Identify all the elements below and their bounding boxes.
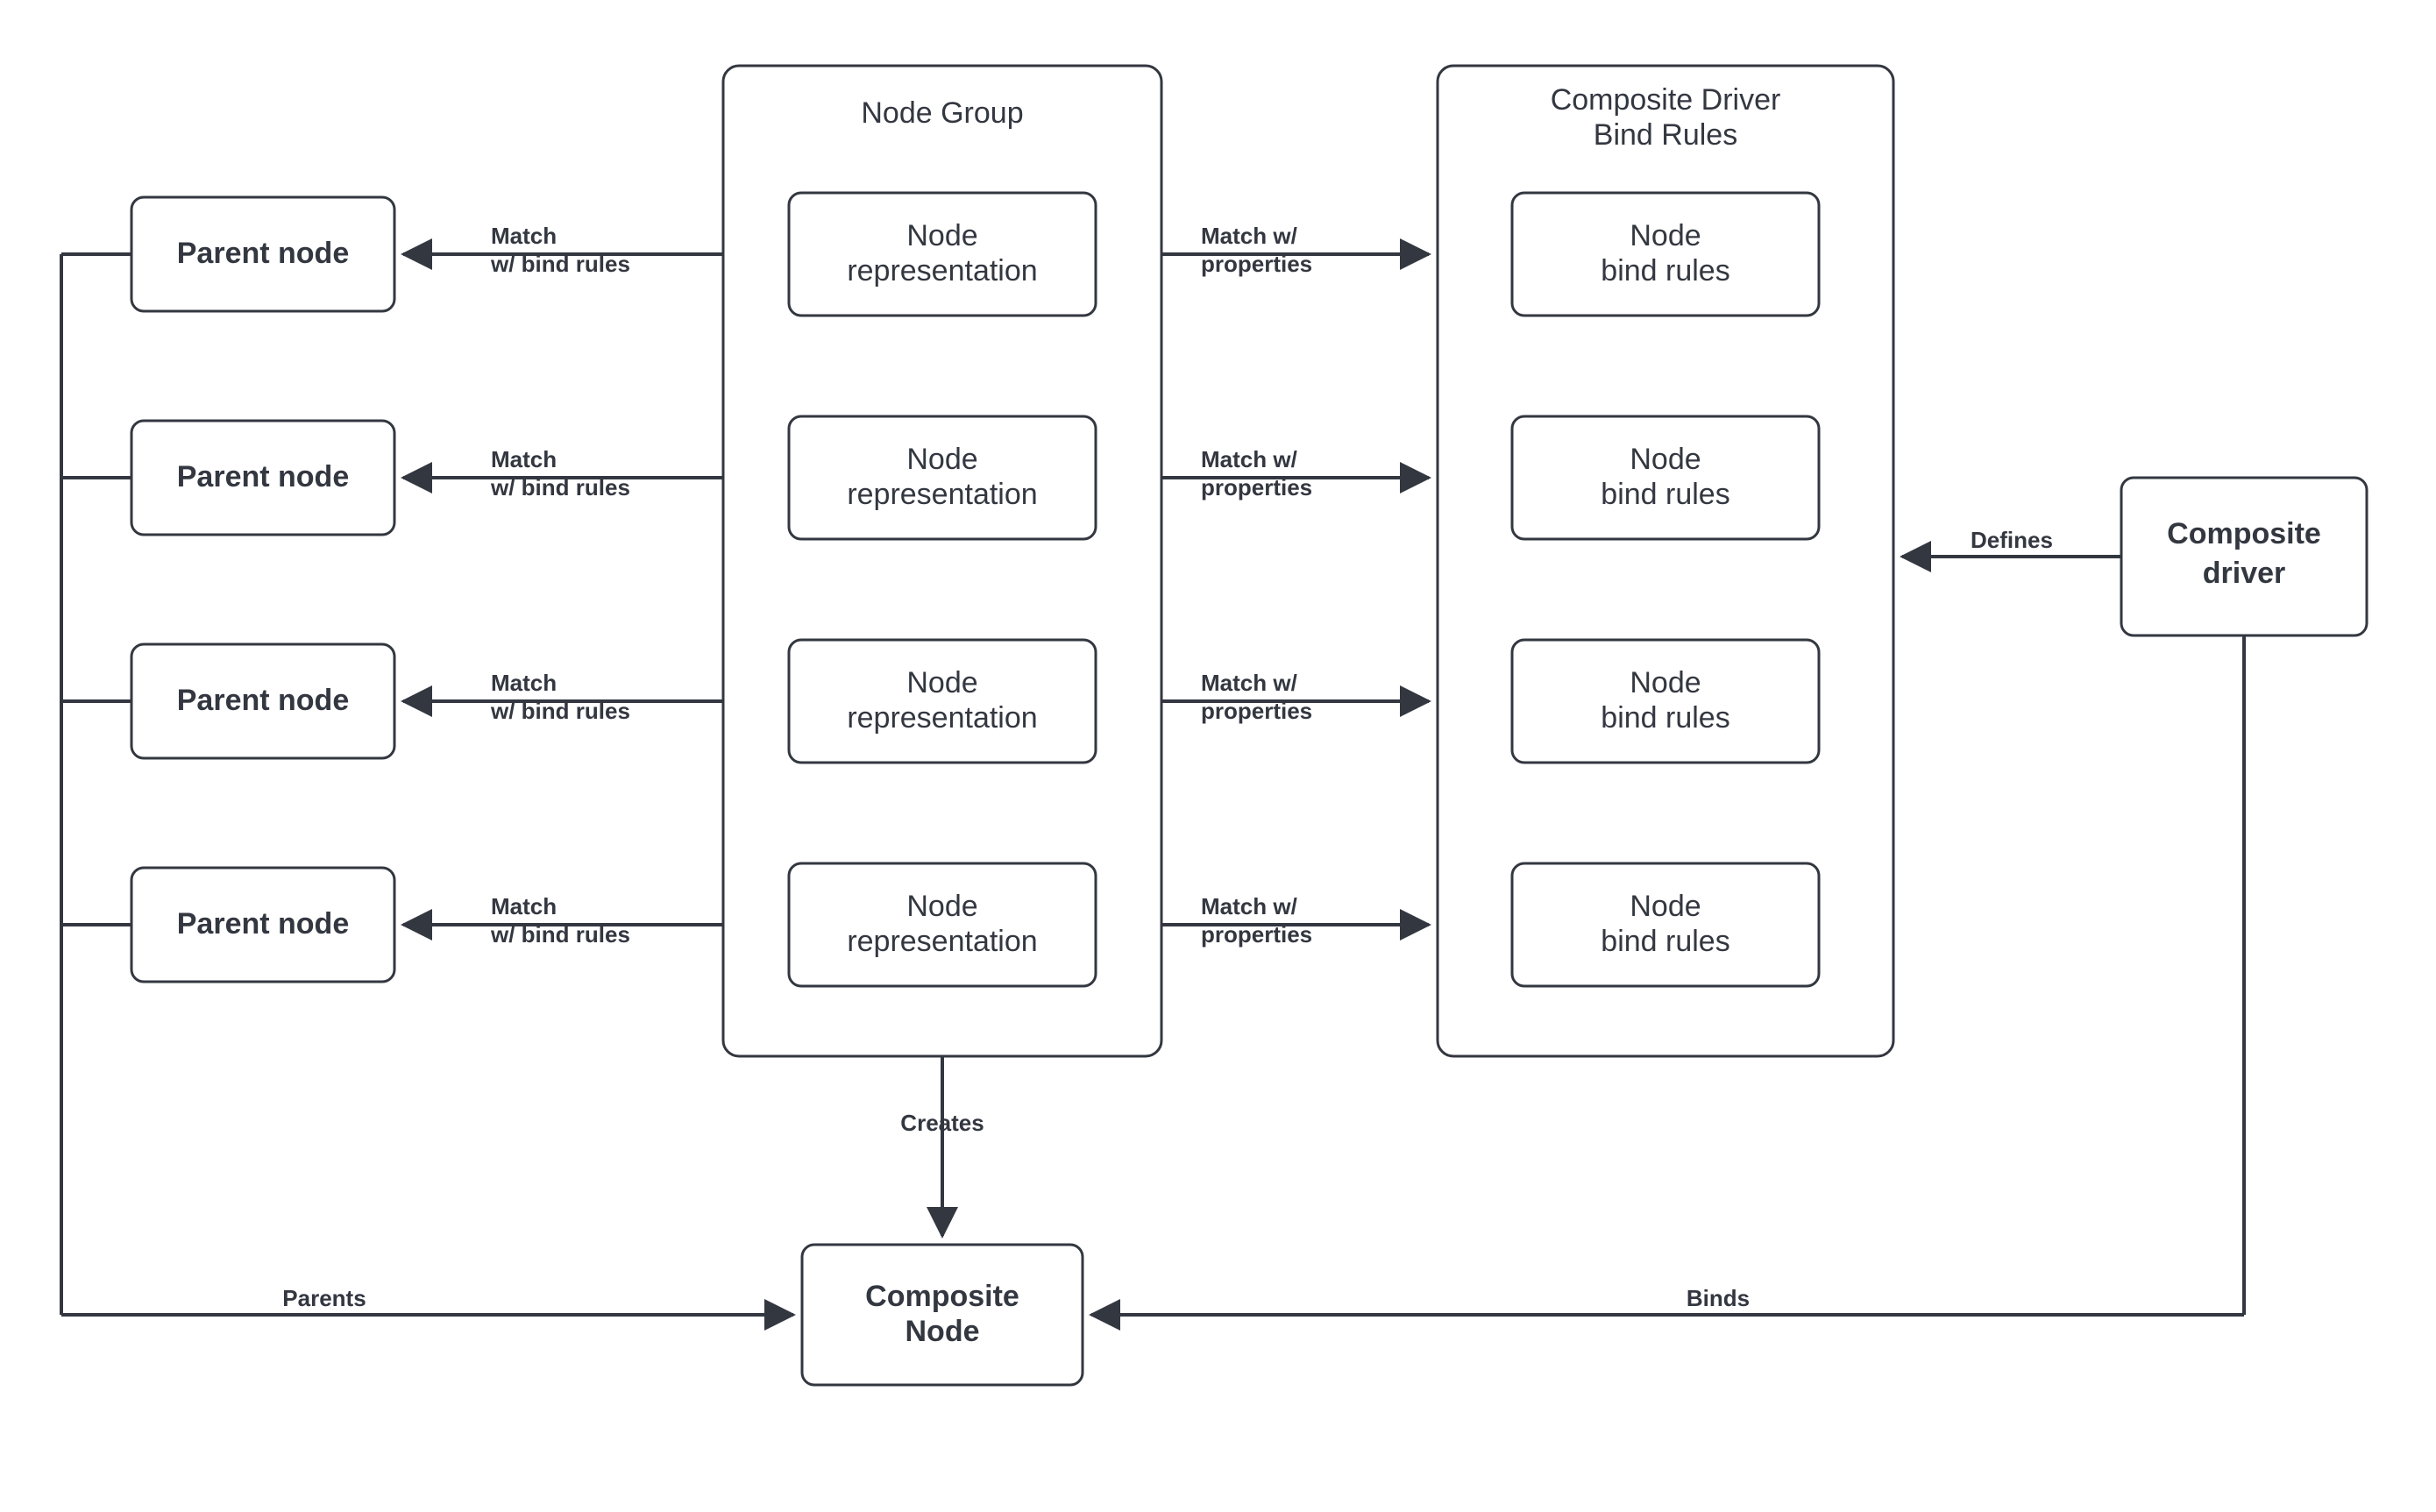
svg-text:Node: Node (906, 666, 977, 699)
svg-text:Match: Match (491, 446, 557, 472)
svg-text:Match w/: Match w/ (1201, 670, 1297, 696)
parent-node-2: Parent node (131, 644, 394, 758)
svg-text:properties: properties (1201, 698, 1312, 724)
edge-rep-parent-0: Match w/ bind rules (403, 223, 723, 277)
svg-text:Parent node: Parent node (177, 684, 349, 717)
svg-text:representation: representation (847, 701, 1037, 735)
svg-text:Parent node: Parent node (177, 460, 349, 493)
node-rules-1: Node bind rules (1512, 416, 1819, 539)
svg-text:w/ bind rules: w/ bind rules (490, 921, 630, 948)
svg-text:Binds: Binds (1687, 1285, 1750, 1311)
svg-text:representation: representation (847, 925, 1037, 958)
svg-text:bind rules: bind rules (1601, 478, 1729, 511)
composite-driver-node: Composite driver (2121, 478, 2367, 635)
svg-text:Match w/: Match w/ (1201, 893, 1297, 919)
edge-rep-parent-2: Match w/ bind rules (403, 670, 723, 724)
svg-text:properties: properties (1201, 474, 1312, 500)
svg-text:Node: Node (1630, 443, 1701, 476)
svg-text:representation: representation (847, 254, 1037, 287)
svg-text:Match: Match (491, 670, 557, 696)
svg-text:Node: Node (906, 443, 977, 476)
svg-text:Composite: Composite (2167, 517, 2321, 550)
svg-text:Creates: Creates (900, 1110, 984, 1136)
svg-text:Parent node: Parent node (177, 237, 349, 270)
parent-node-0: Parent node (131, 197, 394, 311)
svg-text:Match w/: Match w/ (1201, 446, 1297, 472)
svg-text:Node: Node (1630, 666, 1701, 699)
bind-rules-title-l1: Composite Driver (1551, 83, 1781, 117)
edge-rep-rules-3: Match w/ properties (1161, 893, 1429, 948)
edge-rep-rules-0: Match w/ properties (1161, 223, 1429, 277)
svg-text:Node: Node (906, 1315, 980, 1348)
svg-text:w/ bind rules: w/ bind rules (490, 698, 630, 724)
svg-text:driver: driver (2203, 557, 2286, 590)
node-rep-0: Node representation (789, 193, 1096, 316)
node-rep-2: Node representation (789, 640, 1096, 763)
svg-text:Match: Match (491, 223, 557, 249)
svg-text:w/ bind rules: w/ bind rules (490, 251, 630, 277)
edge-defines: Defines (1902, 527, 2121, 557)
parent-node-1: Parent node (131, 421, 394, 535)
node-rules-0: Node bind rules (1512, 193, 1819, 316)
node-rep-1: Node representation (789, 416, 1096, 539)
node-group-title: Node Group (861, 96, 1023, 130)
svg-text:Defines: Defines (1971, 527, 2053, 553)
svg-text:Parents: Parents (282, 1285, 366, 1311)
composite-node: Composite Node (802, 1245, 1083, 1385)
svg-text:Match: Match (491, 893, 557, 919)
svg-text:Parent node: Parent node (177, 907, 349, 941)
bind-rules-title-l2: Bind Rules (1594, 118, 1737, 152)
node-rules-2: Node bind rules (1512, 640, 1819, 763)
edge-rep-parent-1: Match w/ bind rules (403, 446, 723, 500)
edge-rep-rules-1: Match w/ properties (1161, 446, 1429, 500)
edge-rep-rules-2: Match w/ properties (1161, 670, 1429, 724)
node-rules-3: Node bind rules (1512, 863, 1819, 986)
diagram-canvas: Node Group Composite Driver Bind Rules P… (0, 0, 2436, 1512)
svg-text:properties: properties (1201, 921, 1312, 948)
edge-parents: Parents (61, 254, 793, 1315)
svg-text:Node: Node (906, 890, 977, 923)
edge-creates: Creates (900, 1056, 984, 1236)
svg-text:Node: Node (906, 219, 977, 252)
svg-text:bind rules: bind rules (1601, 925, 1729, 958)
parent-node-3: Parent node (131, 868, 394, 982)
svg-text:properties: properties (1201, 251, 1312, 277)
svg-text:bind rules: bind rules (1601, 701, 1729, 735)
svg-text:representation: representation (847, 478, 1037, 511)
svg-text:Node: Node (1630, 890, 1701, 923)
edge-rep-parent-3: Match w/ bind rules (403, 893, 723, 948)
svg-text:bind rules: bind rules (1601, 254, 1729, 287)
svg-text:w/ bind rules: w/ bind rules (490, 474, 630, 500)
node-rep-3: Node representation (789, 863, 1096, 986)
svg-text:Node: Node (1630, 219, 1701, 252)
svg-text:Composite: Composite (865, 1280, 1019, 1313)
svg-text:Match w/: Match w/ (1201, 223, 1297, 249)
